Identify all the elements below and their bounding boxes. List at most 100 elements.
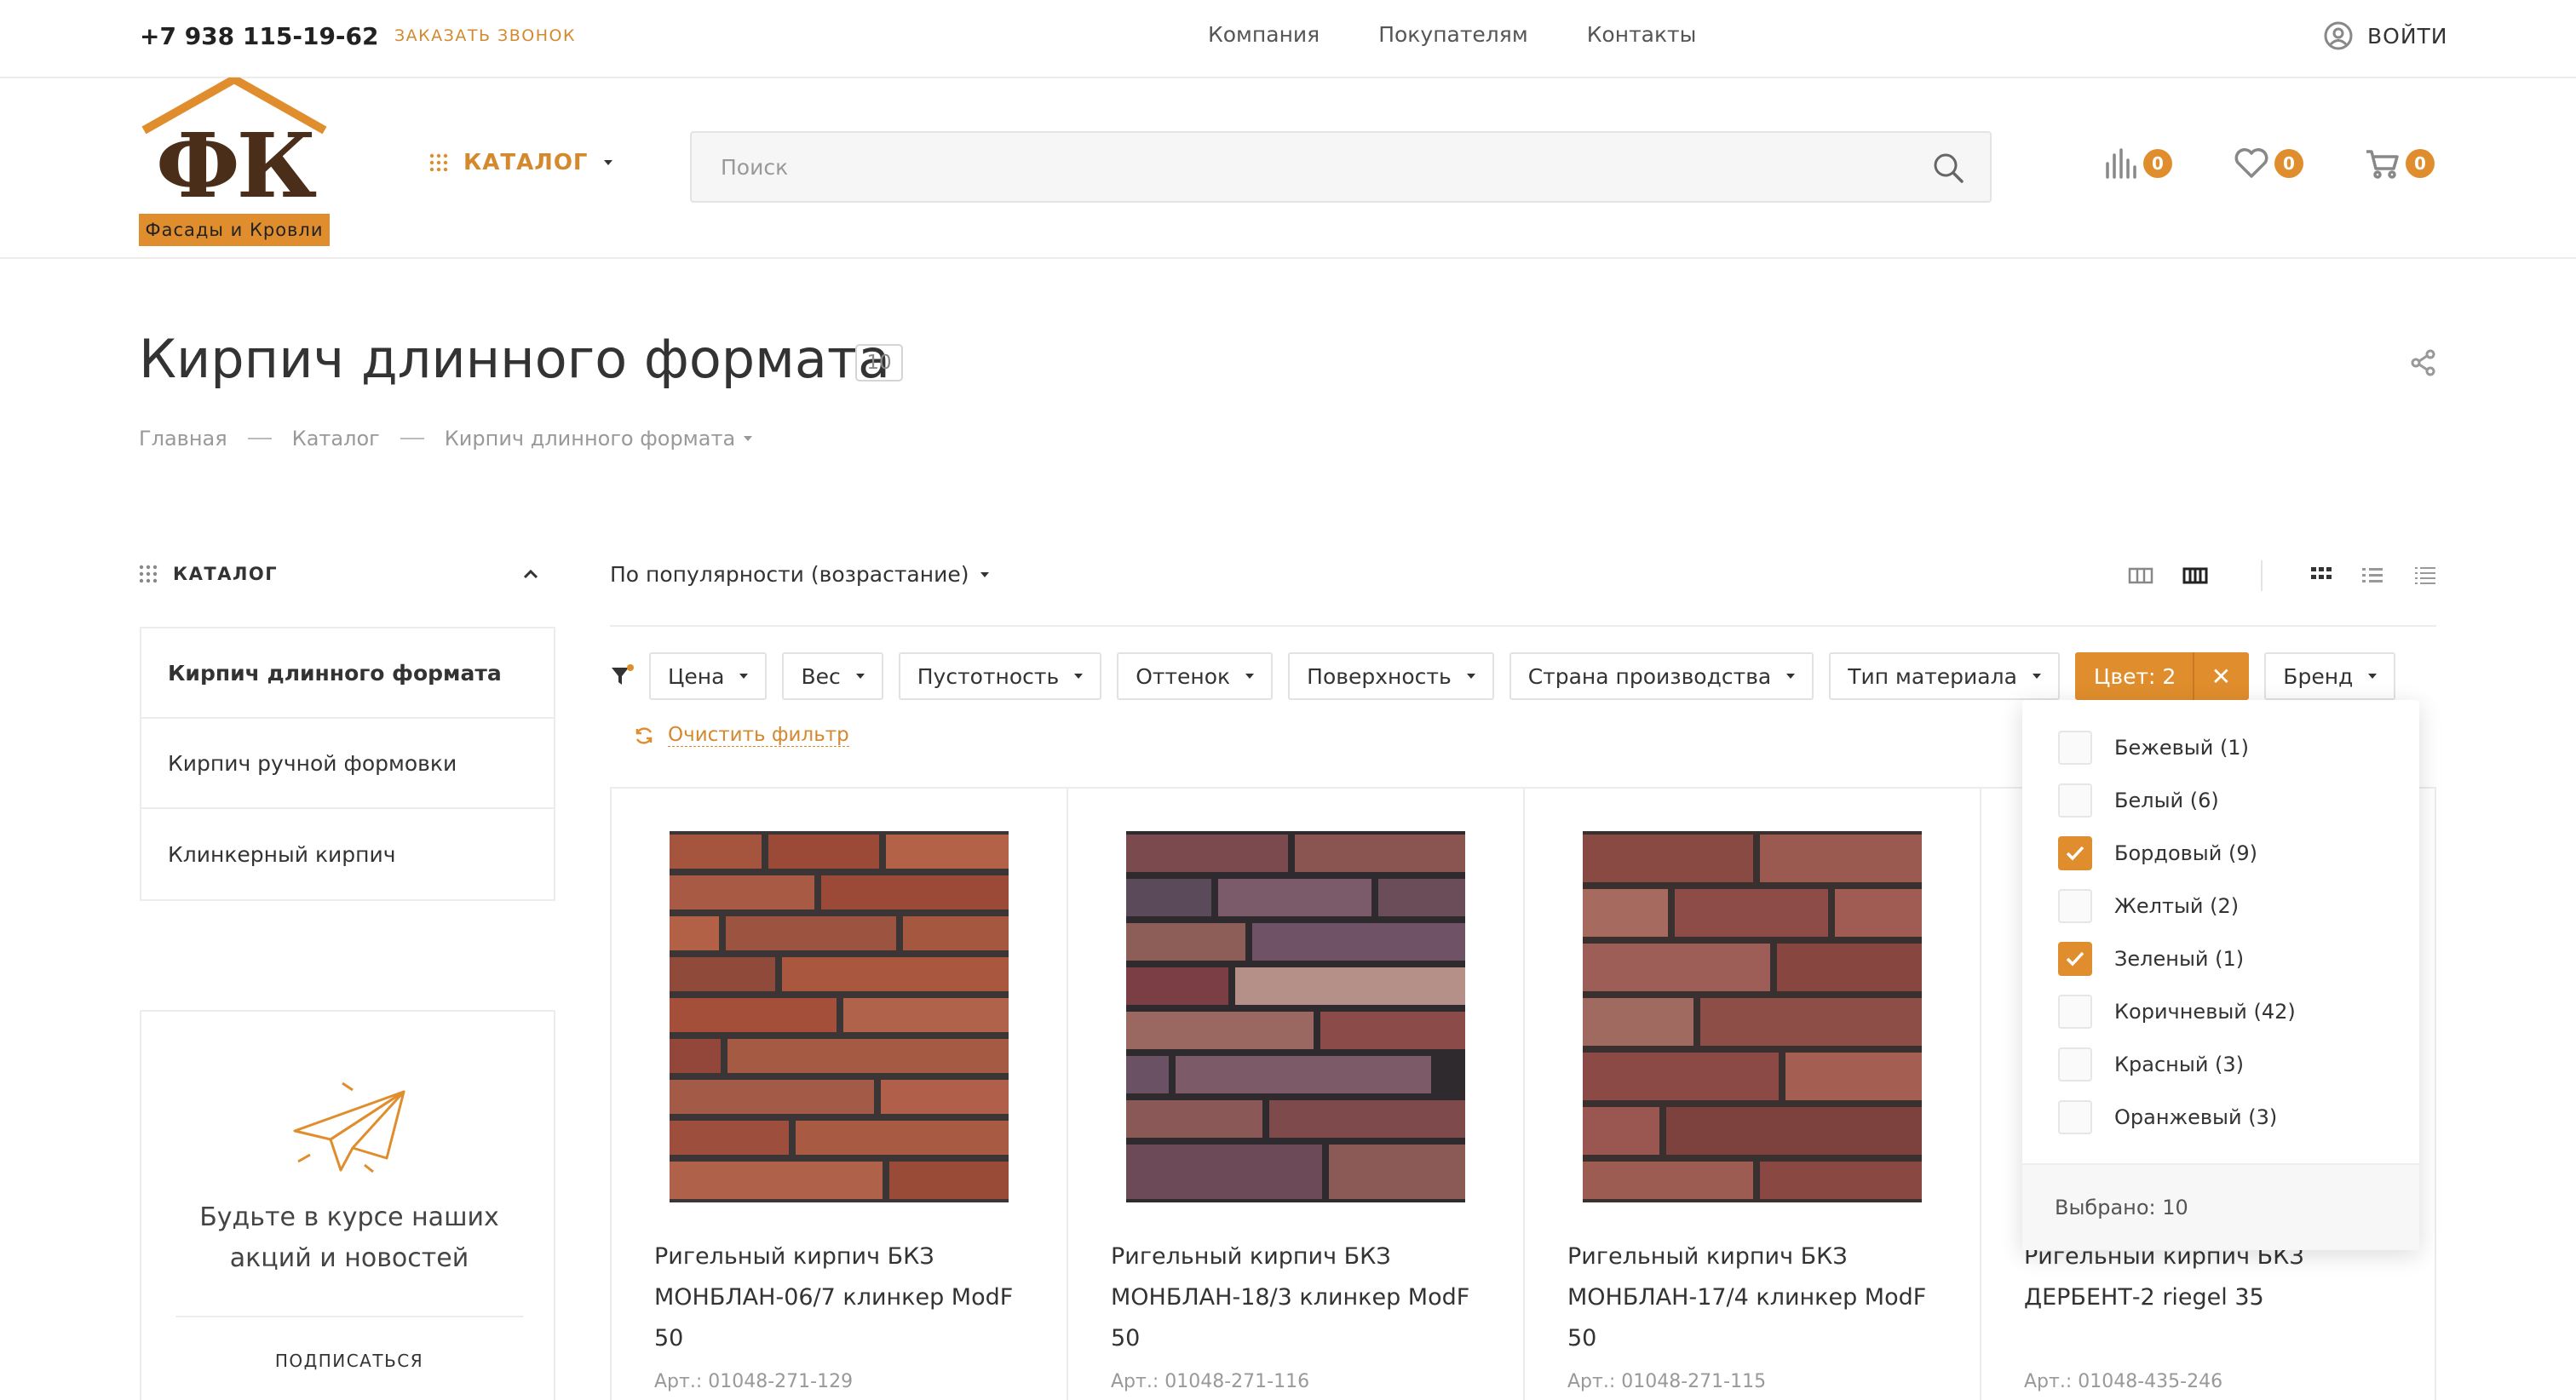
option-label: Белый (6) [2114,789,2219,812]
checkbox-checked[interactable] [2058,836,2092,870]
color-option-red[interactable]: Красный (3) [2058,1047,2244,1082]
product-name-line: 50 [654,1325,684,1351]
color-option-white[interactable]: Белый (6) [2058,783,2219,818]
checkbox[interactable] [2058,995,2092,1029]
option-label: Зеленый (1) [2114,947,2245,971]
catalog-label: КАТАЛОГ [463,150,589,175]
check-icon [2066,846,2084,861]
color-option-orange[interactable]: Оранжевый (3) [2058,1100,2277,1134]
filter-brand[interactable]: Бренд [2264,652,2396,700]
search-input[interactable] [692,133,1918,201]
login-button[interactable]: ВОЙТИ [2323,20,2448,51]
filter-surface[interactable]: Поверхность [1288,652,1494,700]
view-compact-icon[interactable] [2128,567,2153,584]
view-wide-icon[interactable] [2182,567,2208,584]
filter-material-type[interactable]: Тип материала [1829,652,2060,700]
filter-shade[interactable]: Оттенок [1117,652,1274,700]
chevron-down-icon [855,674,865,679]
checkbox[interactable] [2058,1047,2092,1082]
subscribe-panel: Будьте в курсе наших акций и новостей ПО… [140,1010,555,1400]
product-name-line: 50 [1567,1325,1597,1351]
color-option-brown[interactable]: Коричневый (42) [2058,995,2296,1029]
view-grid-icon[interactable] [2310,565,2332,586]
refresh-icon [634,726,654,746]
callback-link[interactable]: ЗАКАЗАТЬ ЗВОНОК [394,26,576,45]
heart-icon [2234,148,2269,179]
chevron-down-icon [739,674,749,679]
chevron-down-icon[interactable] [744,436,753,441]
nav-company[interactable]: Компания [1208,22,1320,47]
chevron-up-icon[interactable] [522,568,539,580]
product-name[interactable]: Ригельный кирпич БКЗ МОНБЛАН-06/7 клинке… [654,1236,1046,1359]
cart-button[interactable]: 0 [2365,148,2435,179]
product-card[interactable]: Ригельный кирпич БКЗ МОНБЛАН-18/3 клинке… [1068,789,1525,1400]
filter-price[interactable]: Цена [649,652,768,700]
favorites-button[interactable]: 0 [2234,148,2303,179]
checkbox-checked[interactable] [2058,942,2092,976]
share-icon[interactable] [2411,349,2436,376]
product-image[interactable] [670,831,1009,1202]
product-name-line: МОНБЛАН-06/7 клинкер ModF [654,1284,1014,1311]
chevron-down-icon [2032,674,2041,679]
grid-icon [139,565,158,583]
view-table-icon[interactable] [2414,565,2436,586]
subscribe-button[interactable]: ПОДПИСАТЬСЯ [141,1351,557,1371]
option-label: Красный (3) [2114,1053,2245,1076]
filter-hollowness[interactable]: Пустотность [898,652,1102,700]
site-logo[interactable]: ФК Фасады и Кровли [139,77,330,246]
close-icon[interactable]: ✕ [2193,652,2247,700]
search-icon[interactable] [1932,152,1964,184]
favorites-count-badge: 0 [2274,149,2303,178]
filter-label: Вес [801,663,841,689]
color-option-green[interactable]: Зеленый (1) [2058,942,2244,976]
product-name[interactable]: Ригельный кирпич БКЗ МОНБЛАН-17/4 клинке… [1567,1236,1959,1359]
breadcrumb-current: Кирпич длинного формата [444,427,736,450]
filter-label: Поверхность [1307,663,1452,689]
checkbox[interactable] [2058,889,2092,923]
checkbox[interactable] [2058,1100,2092,1134]
catalog-menu-button[interactable]: КАТАЛОГ [429,150,612,175]
compare-icon [2104,148,2138,179]
chevron-down-icon [1466,674,1475,679]
sidebar-heading: КАТАЛОГ [173,564,279,584]
checkbox[interactable] [2058,731,2092,765]
product-name-line: ДЕРБЕНТ-2 riegel 35 [2024,1284,2264,1311]
chevron-down-icon [603,160,612,165]
view-list-icon[interactable] [2361,565,2383,586]
filter-country[interactable]: Страна производства [1509,652,1814,700]
filter-color-active[interactable]: Цвет: 2 ✕ [2074,652,2250,700]
cart-icon [2365,148,2401,179]
compare-button[interactable]: 0 [2104,148,2172,179]
chevron-down-icon [1786,674,1796,679]
phone-number[interactable]: +7 938 115-19-62 [140,22,379,50]
logo-caption: Фасады и Кровли [139,214,330,246]
product-card[interactable]: Ригельный кирпич БКЗ МОНБЛАН-17/4 клинке… [1525,789,1981,1400]
filter-label: Бренд [2283,663,2354,689]
breadcrumb: Главная Каталог Кирпич длинного формата [139,427,753,450]
color-option-yellow[interactable]: Желтый (2) [2058,889,2239,923]
nav-customers[interactable]: Покупателям [1378,22,1527,47]
breadcrumb-home[interactable]: Главная [139,427,227,450]
product-name[interactable]: Ригельный кирпич БКЗ МОНБЛАН-18/3 клинке… [1111,1236,1503,1359]
check-icon [2066,951,2084,967]
checkbox[interactable] [2058,783,2092,818]
product-card[interactable]: Ригельный кирпич БКЗ МОНБЛАН-06/7 клинке… [612,789,1068,1400]
sort-select[interactable]: По популярности (возрастание) [610,562,990,587]
color-option-burgundy[interactable]: Бордовый (9) [2058,836,2257,870]
filter-label: Тип материала [1848,663,2017,689]
sidebar-catalog-header[interactable]: КАТАЛОГ [139,564,539,584]
product-image[interactable] [1126,831,1465,1202]
filter-weight[interactable]: Вес [782,652,883,700]
sidebar-item-handmade-brick[interactable]: Кирпич ручной формовки [141,719,554,809]
breadcrumb-catalog[interactable]: Каталог [292,427,380,450]
filter-label: Страна производства [1527,663,1772,689]
sidebar-item-long-format-brick[interactable]: Кирпич длинного формата [141,628,554,719]
product-image[interactable] [1583,831,1922,1202]
product-sku: Арт.: 01048-271-115 [1567,1371,1767,1392]
sidebar-item-clinker-brick[interactable]: Клинкерный кирпич [141,809,554,899]
filter-bar: Цена Вес Пустотность Оттенок Поверхность… [610,652,2396,700]
color-option-beige[interactable]: Бежевый (1) [2058,731,2249,765]
clear-filter-link[interactable]: Очистить фильтр [634,724,849,747]
nav-contacts[interactable]: Контакты [1587,22,1697,47]
product-sku: Арт.: 01048-435-246 [2024,1371,2223,1392]
